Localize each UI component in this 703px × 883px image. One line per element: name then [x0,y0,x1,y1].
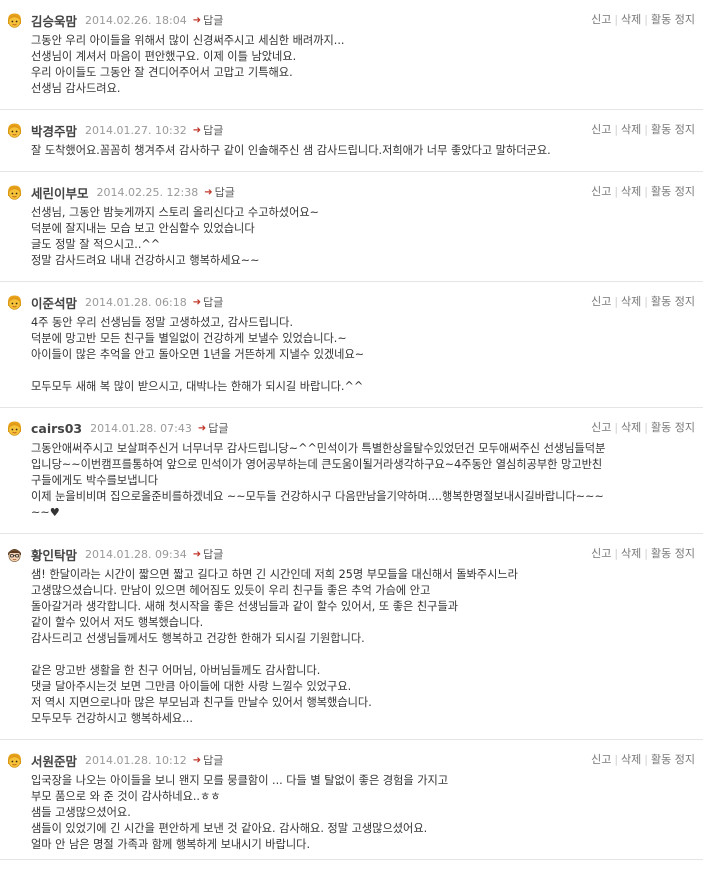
comment-list: 김승욱맘 2014.02.26. 18:04 ➜ 답글 신고 | 삭제 | 활동 정지 그… [0,0,703,860]
comment-body: 그동안 우리 아이들을 위해서 많이 신경써주시고 세심한 배려까지... 선생… [31,34,345,95]
reply-label: 답글 [203,548,224,561]
comment-actions: 신고 | 삭제 | 활동 정지 [591,751,695,767]
comment-date: 2014.01.28. 10:12 [85,753,187,767]
comment-actions: 신고 | 삭제 | 활동 정지 [591,121,695,137]
comment-item: cairs03 2014.01.28. 07:43 ➜ 답글 신고 | 삭제 | 활동 정… [0,408,703,534]
comment-date: 2014.01.27. 10:32 [85,123,187,137]
report-button[interactable]: 신고 [591,295,611,308]
reply-arrow-icon: ➜ [192,548,202,560]
comment-body: 입국장을 나오는 아이들을 보니 왠지 모를 뭉클함이 ... 다들 별 탈없이… [31,774,449,851]
comment-body: 샘! 한달이라는 시간이 짧으면 짧고 길다고 하면 긴 시간인데 저희 25명… [31,568,518,725]
separator: | [614,295,619,308]
suspend-button[interactable]: 활동 정지 [651,753,695,766]
comment-body: 그동안애써주시고 보살펴주신거 너무너무 감사드립니당~^^민석이가 특별한상을… [31,442,606,519]
separator: | [644,185,649,198]
reply-button[interactable]: ➜ 답글 [193,122,224,138]
reply-arrow-icon: ➜ [197,422,207,434]
reply-label: 답글 [203,124,224,137]
reply-arrow-icon: ➜ [192,296,202,308]
yellow-face-icon[interactable] [6,122,23,139]
comment-item: 이준석맘 2014.01.28. 06:18 ➜ 답글 신고 | 삭제 | 활동 정지 4… [0,282,703,408]
delete-button[interactable]: 삭제 [621,753,641,766]
report-button[interactable]: 신고 [591,753,611,766]
delete-button[interactable]: 삭제 [621,421,641,434]
delete-button[interactable]: 삭제 [621,295,641,308]
yellow-face-icon[interactable] [6,184,23,201]
reply-arrow-icon: ➜ [192,754,202,766]
suspend-button[interactable]: 활동 정지 [651,421,695,434]
yellow-face-icon[interactable] [6,294,23,311]
reply-label: 답글 [203,296,224,309]
yellow-face-icon[interactable] [6,12,23,29]
separator: | [614,13,619,26]
separator: | [644,295,649,308]
comment-author[interactable]: 세린이부모 [31,183,89,202]
suspend-button[interactable]: 활동 정지 [651,295,695,308]
comment-item: 서원준맘 2014.01.28. 10:12 ➜ 답글 신고 | 삭제 | 활동 정지 입… [0,740,703,860]
reply-button[interactable]: ➜ 답글 [198,420,229,436]
delete-button[interactable]: 삭제 [621,185,641,198]
comment-body: 잘 도착했어요.꼼꼼히 챙겨주셔 감사하구 같이 인솔해주신 샘 감사드립니다.… [31,144,551,157]
comment-actions: 신고 | 삭제 | 활동 정지 [591,545,695,561]
comment-author[interactable]: 서원준맘 [31,751,77,770]
suspend-button[interactable]: 활동 정지 [651,13,695,26]
reply-label: 답글 [208,422,229,435]
reply-arrow-icon: ➜ [204,186,213,198]
comment-item: 김승욱맘 2014.02.26. 18:04 ➜ 답글 신고 | 삭제 | 활동 정지 그… [0,0,703,110]
report-button[interactable]: 신고 [591,547,611,560]
comment-author[interactable]: 황인탁맘 [31,545,77,564]
glasses-face-icon[interactable] [6,546,23,563]
comment-item: 세린이부모 2014.02.25. 12:38 ➜ 답글 신고 | 삭제 | 활동 정지 … [0,172,703,282]
separator: | [644,547,649,560]
separator: | [644,421,649,434]
reply-arrow-icon: ➜ [192,14,202,26]
comment-author[interactable]: 박경주맘 [31,121,77,140]
comment-date: 2014.01.28. 07:43 [90,421,192,435]
comment-item: 박경주맘 2014.01.27. 10:32 ➜ 답글 신고 | 삭제 | 활동 정지 잘… [0,110,703,172]
comment-date: 2014.02.25. 12:38 [96,185,199,199]
separator: | [614,547,619,560]
yellow-face-icon[interactable] [6,420,23,437]
delete-button[interactable]: 삭제 [621,547,641,560]
report-button[interactable]: 신고 [591,123,611,136]
separator: | [614,753,619,766]
comment-actions: 신고 | 삭제 | 활동 정지 [591,11,695,27]
comment-date: 2014.01.28. 09:34 [85,547,187,561]
separator: | [644,13,649,26]
reply-label: 답글 [214,186,235,199]
report-button[interactable]: 신고 [591,421,611,434]
report-button[interactable]: 신고 [591,13,611,26]
reply-arrow-icon: ➜ [192,124,202,136]
suspend-button[interactable]: 활동 정지 [651,185,695,198]
comment-actions: 신고 | 삭제 | 활동 정지 [591,419,695,435]
reply-button[interactable]: ➜ 답글 [193,12,224,28]
comment-date: 2014.02.26. 18:04 [85,13,187,27]
separator: | [614,185,619,198]
yellow-face-icon[interactable] [6,752,23,769]
comment-author[interactable]: 이준석맘 [31,293,77,312]
separator: | [614,421,619,434]
suspend-button[interactable]: 활동 정지 [651,547,695,560]
separator: | [644,123,649,136]
comment-actions: 신고 | 삭제 | 활동 정지 [591,183,695,199]
reply-label: 답글 [203,754,224,767]
delete-button[interactable]: 삭제 [621,13,641,26]
comment-author[interactable]: 김승욱맘 [31,11,77,30]
comment-date: 2014.01.28. 06:18 [85,295,187,309]
reply-button[interactable]: ➜ 답글 [193,546,224,562]
comment-item: 황인탁맘 2014.01.28. 09:34 ➜ 답글 신고 | 삭제 | 활동 정지 샘… [0,534,703,740]
reply-button[interactable]: ➜ 답글 [193,752,224,768]
reply-label: 답글 [203,14,224,27]
reply-button[interactable]: ➜ 답글 [193,294,224,310]
comment-author[interactable]: cairs03 [31,421,82,436]
comment-body: 선생님, 그동안 밤늦게까지 스토리 올리신다고 수고하셨어요~ 덕분에 잘지내… [31,206,320,267]
delete-button[interactable]: 삭제 [621,123,641,136]
report-button[interactable]: 신고 [591,185,611,198]
comment-body: 4주 동안 우리 선생님들 정말 고생하셨고, 감사드립니다. 덕분에 망고반 … [31,316,365,393]
comment-actions: 신고 | 삭제 | 활동 정지 [591,293,695,309]
reply-button[interactable]: ➜ 답글 [204,184,235,200]
suspend-button[interactable]: 활동 정지 [651,123,695,136]
separator: | [644,753,649,766]
separator: | [614,123,619,136]
